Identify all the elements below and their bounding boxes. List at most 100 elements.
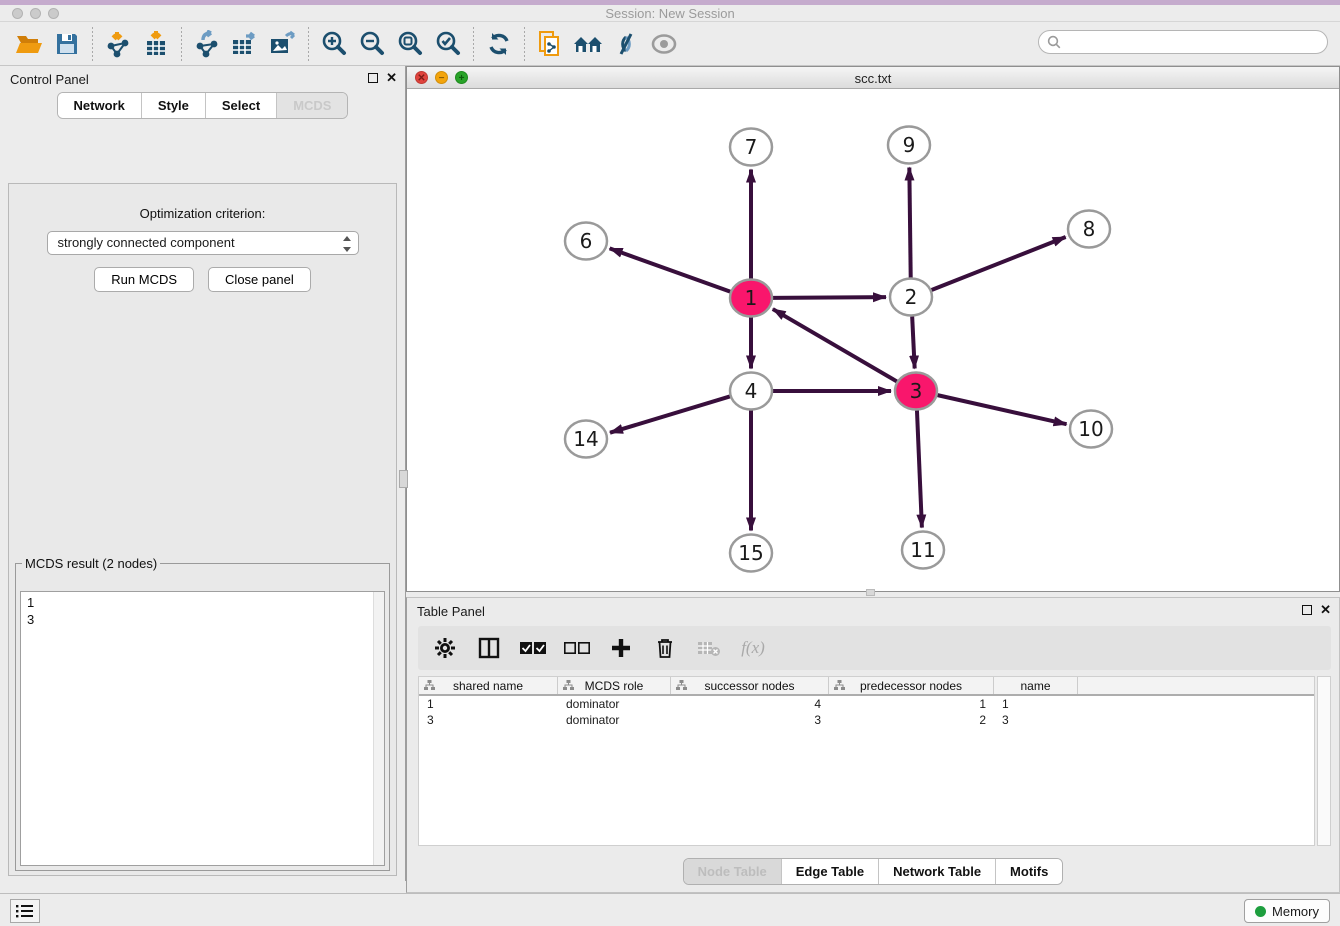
graph-edge-3-11[interactable]	[917, 410, 922, 527]
table-cell[interactable]: 1	[829, 696, 994, 712]
network-canvas[interactable]: 7 9 6 8 1 2 4 3 14 10 15 11	[407, 89, 1339, 591]
control-panel-tab-select[interactable]: Select	[206, 93, 277, 118]
graph-edge-3-1[interactable]	[773, 309, 897, 381]
column-header-successor-nodes[interactable]: successor nodes	[671, 677, 829, 694]
close-table-panel-icon[interactable]: ✕	[1320, 604, 1331, 616]
home-icon[interactable]	[569, 26, 607, 62]
table-cell[interactable]: dominator	[558, 696, 671, 712]
result-scrollbar[interactable]	[373, 592, 384, 865]
export-table-icon[interactable]	[226, 26, 264, 62]
delete-table-icon-disabled[interactable]	[694, 633, 724, 663]
table-cell[interactable]: 4	[671, 696, 829, 712]
table-cell[interactable]: 3	[994, 712, 1078, 728]
column-label: name	[1020, 679, 1050, 693]
window-title: Session: New Session	[0, 5, 1340, 22]
close-panel-button[interactable]: Close panel	[208, 267, 311, 292]
table-row[interactable]: 3dominator323	[419, 712, 1314, 728]
unselect-all-columns-icon[interactable]	[562, 633, 592, 663]
control-panel-tab-network[interactable]: Network	[58, 93, 142, 118]
table-cell[interactable]: dominator	[558, 712, 671, 728]
refresh-icon[interactable]	[480, 26, 518, 62]
table-panel: Table Panel ✕ f(x) shared nameMCDS rol	[406, 597, 1340, 893]
graph-node-11[interactable]: 11	[902, 532, 944, 569]
table-cell[interactable]: 3	[419, 712, 558, 728]
graph-node-14[interactable]: 14	[565, 421, 607, 458]
column-header-MCDS-role[interactable]: MCDS role	[558, 677, 671, 694]
node-table[interactable]: shared nameMCDS role successor nodes prede…	[418, 676, 1315, 846]
graph-edge-2-9[interactable]	[909, 167, 910, 277]
hide-panel-eye-icon[interactable]	[607, 26, 645, 62]
float-panel-icon[interactable]	[368, 73, 378, 83]
graph-edge-3-10[interactable]	[937, 395, 1066, 424]
table-tab-motifs[interactable]: Motifs	[996, 859, 1062, 884]
network-window-titlebar[interactable]: ✕ − + scc.txt	[407, 67, 1339, 89]
export-network-icon[interactable]	[188, 26, 226, 62]
create-column-plus-icon[interactable]	[606, 633, 636, 663]
table-scrollbar[interactable]	[1317, 676, 1331, 846]
float-table-panel-icon[interactable]	[1302, 605, 1312, 615]
table-settings-gear-icon[interactable]	[430, 633, 460, 663]
graph-node-9[interactable]: 9	[888, 127, 930, 164]
column-header-name[interactable]: name	[994, 677, 1078, 694]
zoom-in-icon[interactable]	[315, 26, 353, 62]
graph-node-2[interactable]: 2	[890, 279, 932, 316]
graph-edge-1-6[interactable]	[610, 248, 731, 291]
import-table-icon[interactable]	[137, 26, 175, 62]
graph-edge-1-2[interactable]	[773, 297, 886, 298]
table-row[interactable]: 1dominator411	[419, 696, 1314, 712]
graph-node-1[interactable]: 1	[730, 280, 772, 317]
graph-node-3[interactable]: 3	[895, 373, 937, 410]
table-cell[interactable]: 1	[419, 696, 558, 712]
table-cell[interactable]: 3	[671, 712, 829, 728]
function-builder-icon[interactable]: f(x)	[738, 633, 768, 663]
toolbar-separator	[473, 27, 474, 61]
close-panel-icon[interactable]: ✕	[386, 72, 397, 84]
toolbar-separator	[524, 27, 525, 61]
zoom-selected-icon[interactable]	[429, 26, 467, 62]
clone-network-icon[interactable]	[531, 26, 569, 62]
export-image-icon[interactable]	[264, 26, 302, 62]
mcds-tab-content: Optimization criterion: strongly connect…	[8, 183, 397, 876]
show-panel-eye-icon[interactable]	[645, 26, 683, 62]
table-cell[interactable]: 1	[994, 696, 1078, 712]
dropdown-stepper-icon	[342, 236, 352, 252]
graph-node-6[interactable]: 6	[565, 223, 607, 260]
import-network-icon[interactable]	[99, 26, 137, 62]
save-session-icon[interactable]	[48, 26, 86, 62]
zoom-out-icon[interactable]	[353, 26, 391, 62]
graph-node-10[interactable]: 10	[1070, 411, 1112, 448]
select-all-columns-icon[interactable]	[518, 633, 548, 663]
svg-text:6: 6	[580, 229, 593, 253]
graph-node-4[interactable]: 4	[730, 373, 772, 410]
column-header-shared-name[interactable]: shared name	[419, 677, 558, 694]
graph-node-8[interactable]: 8	[1068, 211, 1110, 248]
optimization-criterion-select[interactable]: strongly connected component	[47, 231, 359, 255]
memory-button[interactable]: Memory	[1244, 899, 1330, 923]
graph-edge-2-8[interactable]	[932, 237, 1066, 290]
mcds-result-list[interactable]: 1 3	[20, 591, 385, 866]
column-header-predecessor-nodes[interactable]: predecessor nodes	[829, 677, 994, 694]
table-tab-edge-table[interactable]: Edge Table	[782, 859, 879, 884]
delete-column-trash-icon[interactable]	[650, 633, 680, 663]
task-history-list-icon[interactable]	[10, 899, 40, 923]
table-tab-network-table[interactable]: Network Table	[879, 859, 996, 884]
graph-node-7[interactable]: 7	[730, 129, 772, 166]
show-columns-icon[interactable]	[474, 633, 504, 663]
graph-node-15[interactable]: 15	[730, 535, 772, 572]
graph-edge-4-14[interactable]	[610, 396, 730, 432]
table-tab-node-table[interactable]: Node Table	[684, 859, 782, 884]
run-mcds-button[interactable]: Run MCDS	[94, 267, 194, 292]
table-cell[interactable]: 2	[829, 712, 994, 728]
control-panel-tab-mcds[interactable]: MCDS	[277, 93, 347, 118]
vertical-splitter-handle[interactable]	[399, 470, 408, 488]
search-input[interactable]	[1065, 32, 1327, 52]
table-panel-title: Table Panel	[417, 604, 485, 619]
zoom-fit-icon[interactable]	[391, 26, 429, 62]
horizontal-splitter-handle[interactable]	[866, 589, 875, 596]
graph-edge-2-3[interactable]	[912, 316, 915, 368]
control-panel-tab-style[interactable]: Style	[142, 93, 206, 118]
column-label: successor nodes	[704, 679, 794, 693]
toolbar-separator	[181, 27, 182, 61]
open-file-icon[interactable]	[10, 26, 48, 62]
global-search[interactable]	[1038, 30, 1328, 54]
